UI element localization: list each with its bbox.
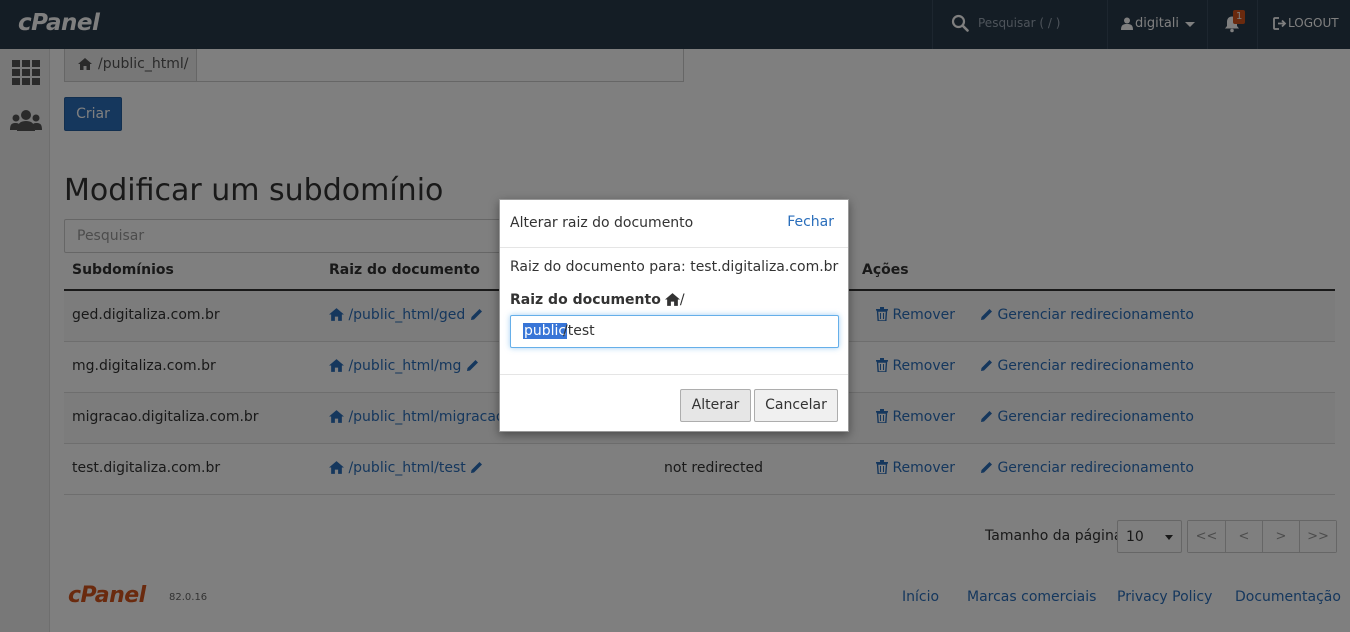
- dialog-header: Alterar raiz do documento Fechar: [500, 200, 848, 248]
- dialog-title: Alterar raiz do documento: [510, 215, 694, 231]
- cancel-button[interactable]: Cancelar: [754, 389, 838, 422]
- document-root-field-label: Raiz do documento /: [510, 292, 685, 308]
- document-root-input[interactable]: public /test: [510, 315, 839, 348]
- document-root-field-label-text: Raiz do documento: [510, 292, 661, 308]
- change-button[interactable]: Alterar: [680, 389, 751, 422]
- dialog-footer: Alterar Cancelar: [500, 374, 848, 432]
- home-icon: [664, 293, 680, 306]
- dialog-close-link[interactable]: Fechar: [787, 214, 834, 230]
- input-selected-text: public: [523, 323, 568, 339]
- document-root-field-suffix: /: [679, 292, 685, 308]
- change-document-root-dialog: Alterar raiz do documento Fechar Raiz do…: [499, 199, 849, 432]
- dialog-description: Raiz do documento para: test.digitaliza.…: [510, 259, 839, 275]
- input-remaining-text: /test: [563, 323, 595, 339]
